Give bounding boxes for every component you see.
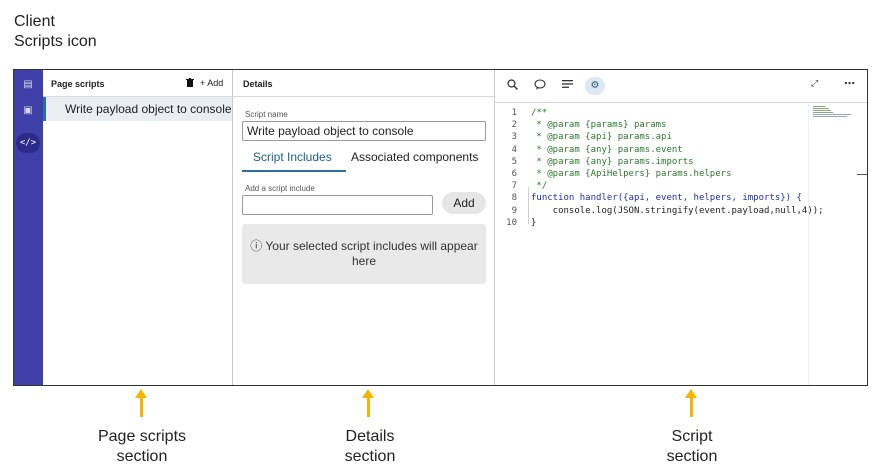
comment-icon[interactable]: [534, 79, 546, 93]
code-line: * @param {api} params.api: [531, 132, 672, 143]
line-number: 2: [511, 120, 517, 131]
line-number: 10: [506, 217, 517, 228]
empty-state-message: ⓘ Your selected script includes will app…: [242, 224, 486, 284]
script-panel: ⚙ ⤢ ⋯ 1 2 3 4 5 6 7 8 9 10 /** * @param …: [495, 70, 867, 385]
code-line: */: [531, 181, 548, 192]
expand-icon[interactable]: ⤢: [811, 79, 818, 89]
line-number: 8: [511, 193, 517, 204]
trash-icon[interactable]: [186, 78, 194, 89]
script-arrow: [690, 397, 693, 417]
more-icon[interactable]: ⋯: [844, 77, 855, 90]
line-number: 4: [511, 144, 517, 155]
line-number: 3: [511, 132, 517, 143]
minimap-divider: [808, 103, 809, 385]
line-number: 6: [511, 169, 517, 179]
code-line: * @param {any} params.imports: [531, 156, 694, 167]
code-line: console.log(JSON.stringify(event.payload…: [531, 205, 824, 216]
add-script-button[interactable]: + Add: [200, 78, 223, 88]
script-arrowhead: [685, 389, 697, 398]
page-scripts-panel: Page scripts + Add Write payload object …: [43, 70, 233, 385]
divider: [233, 96, 494, 97]
code-line: }: [531, 217, 537, 228]
left-rail: [14, 70, 43, 385]
script-toolbar: ⚙ ⤢ ⋯: [495, 70, 867, 103]
script-include-input[interactable]: [242, 195, 433, 215]
search-icon[interactable]: [507, 79, 518, 93]
script-name-field[interactable]: Write payload object to console: [242, 121, 486, 141]
tab-script-includes[interactable]: Script Includes: [253, 150, 332, 164]
add-include-button[interactable]: Add: [442, 192, 486, 214]
code-line: * @param {any} params.event: [531, 144, 683, 155]
scrollbar-marker[interactable]: [857, 174, 867, 175]
details-arrowhead: [362, 389, 374, 398]
details-section-annotation: Details section: [344, 428, 396, 465]
indent-guide: [528, 187, 529, 224]
code-line: * @param {params} params: [531, 120, 667, 131]
format-icon[interactable]: [562, 79, 573, 92]
code-line: * @param {ApiHelpers} params.helpers: [531, 169, 732, 179]
page-scripts-section-annotation: Page scripts section: [97, 428, 187, 465]
tab-associated-components[interactable]: Associated components: [351, 150, 478, 164]
code-line: function handler({api, event, helpers, i…: [531, 193, 802, 204]
list-item-label: Write payload object to console: [65, 102, 232, 116]
code-line: /**: [531, 108, 548, 118]
client-scripts-icon-annotation: Client Scripts icon: [14, 13, 97, 50]
code-minimap[interactable]: [813, 106, 853, 120]
list-item[interactable]: Write payload object to console: [43, 97, 232, 121]
selection-indicator: [43, 97, 46, 121]
layout-icon[interactable]: ▣: [22, 106, 34, 116]
line-number: 5: [511, 156, 517, 167]
script-settings-icon[interactable]: ⚙: [585, 77, 605, 95]
script-name-label: Script name: [245, 110, 288, 119]
line-number: 1: [511, 108, 517, 118]
details-title: Details: [243, 79, 273, 89]
code-icon[interactable]: </>: [16, 133, 40, 153]
details-panel: Details Script name Write payload object…: [233, 70, 495, 385]
line-number: 7: [511, 181, 517, 192]
line-number: 9: [511, 205, 517, 216]
add-script-include-label: Add a script include: [245, 184, 315, 193]
page-scripts-title: Page scripts: [51, 79, 105, 89]
script-section-annotation: Script section: [666, 428, 718, 465]
page-scripts-arrow: [140, 397, 143, 417]
page-scripts-arrowhead: [135, 389, 147, 398]
active-tab-underline: [242, 170, 346, 172]
list-icon[interactable]: ▤: [22, 80, 34, 90]
details-arrow: [367, 397, 370, 417]
